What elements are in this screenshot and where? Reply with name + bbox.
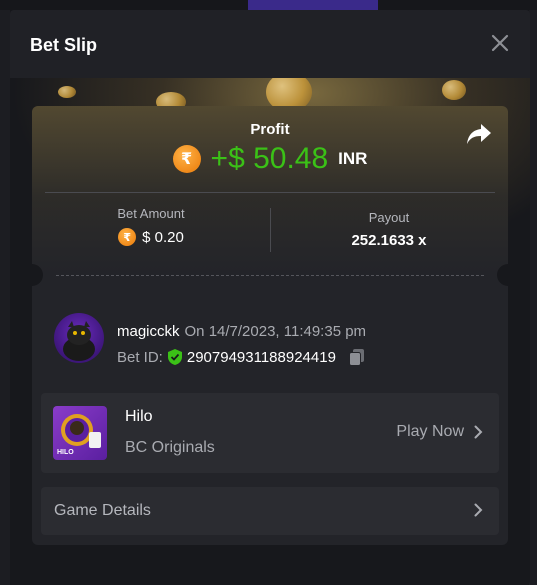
profit-row: ₹ +$ 50.48 INR [32,142,508,176]
bet-amount-label: Bet Amount [117,206,185,221]
bet-id-value: 290794931188924419 [186,348,336,366]
chevron-right-icon [474,425,483,439]
game-thumbnail: HILO [53,406,107,460]
decorative-coin [442,80,466,100]
avatar-image [63,321,95,361]
bet-card: Profit ₹ +$ 50.48 INR Bet Amount ₹ $ 0.2… [32,106,508,545]
bet-id-label: Bet ID: [117,348,163,366]
game-details-label: Game Details [54,502,151,519]
game-row[interactable]: HILO Hilo BC Originals Play Now [41,393,499,473]
share-button[interactable] [466,122,492,146]
bet-slip-modal: Bet Slip Profit ₹ +$ 50.48 INR Bet Amoun… [10,10,530,585]
bet-timestamp: On 14/7/2023, 11:49:35 pm [184,323,367,340]
username[interactable]: magicckk [117,323,180,340]
payout-value: 252.1633 x [351,232,427,249]
profit-label: Profit [250,121,290,138]
bet-amount-value: $ 0.20 [142,228,184,246]
game-provider: BC Originals [125,439,215,456]
bet-amount-value-row: ₹ $ 0.20 [32,228,270,246]
modal-header: Bet Slip [10,10,530,78]
bet-amount-stat: Bet Amount ₹ $ 0.20 [32,206,270,246]
game-thumb-label: HILO [57,449,74,456]
decorative-coin [58,86,76,98]
share-icon [467,124,491,144]
copy-icon[interactable] [348,348,366,366]
game-name: Hilo [125,408,153,425]
background-page-right [529,10,537,585]
profit-currency: INR [338,149,368,168]
rupee-coin-icon: ₹ [172,145,201,173]
background-page-left [0,10,10,585]
payout-stat: Payout 252.1633 x [270,210,508,249]
rupee-coin-icon: ₹ [118,228,137,246]
modal-body: Profit ₹ +$ 50.48 INR Bet Amount ₹ $ 0.2… [10,78,530,585]
verified-shield-icon [167,349,182,365]
play-now-button[interactable]: Play Now [396,423,483,441]
close-icon [491,34,509,52]
profit-value: +$ 50.48 [210,142,329,175]
user-line: magicckk On 14/7/2023, 11:49:35 pm [117,323,366,340]
divider [45,192,495,193]
ticket-notch-right [497,264,508,286]
modal-title: Bet Slip [30,35,98,55]
bet-id-row: Bet ID: 290794931188924419 [117,348,366,366]
avatar[interactable] [54,313,104,363]
play-now-label: Play Now [396,423,464,440]
chevron-right-icon [474,503,483,517]
close-button[interactable] [490,33,510,53]
background-tab-highlight [248,0,378,10]
game-details-row[interactable]: Game Details [41,487,499,535]
ticket-dash-separator [56,275,484,276]
payout-label: Payout [368,210,410,225]
